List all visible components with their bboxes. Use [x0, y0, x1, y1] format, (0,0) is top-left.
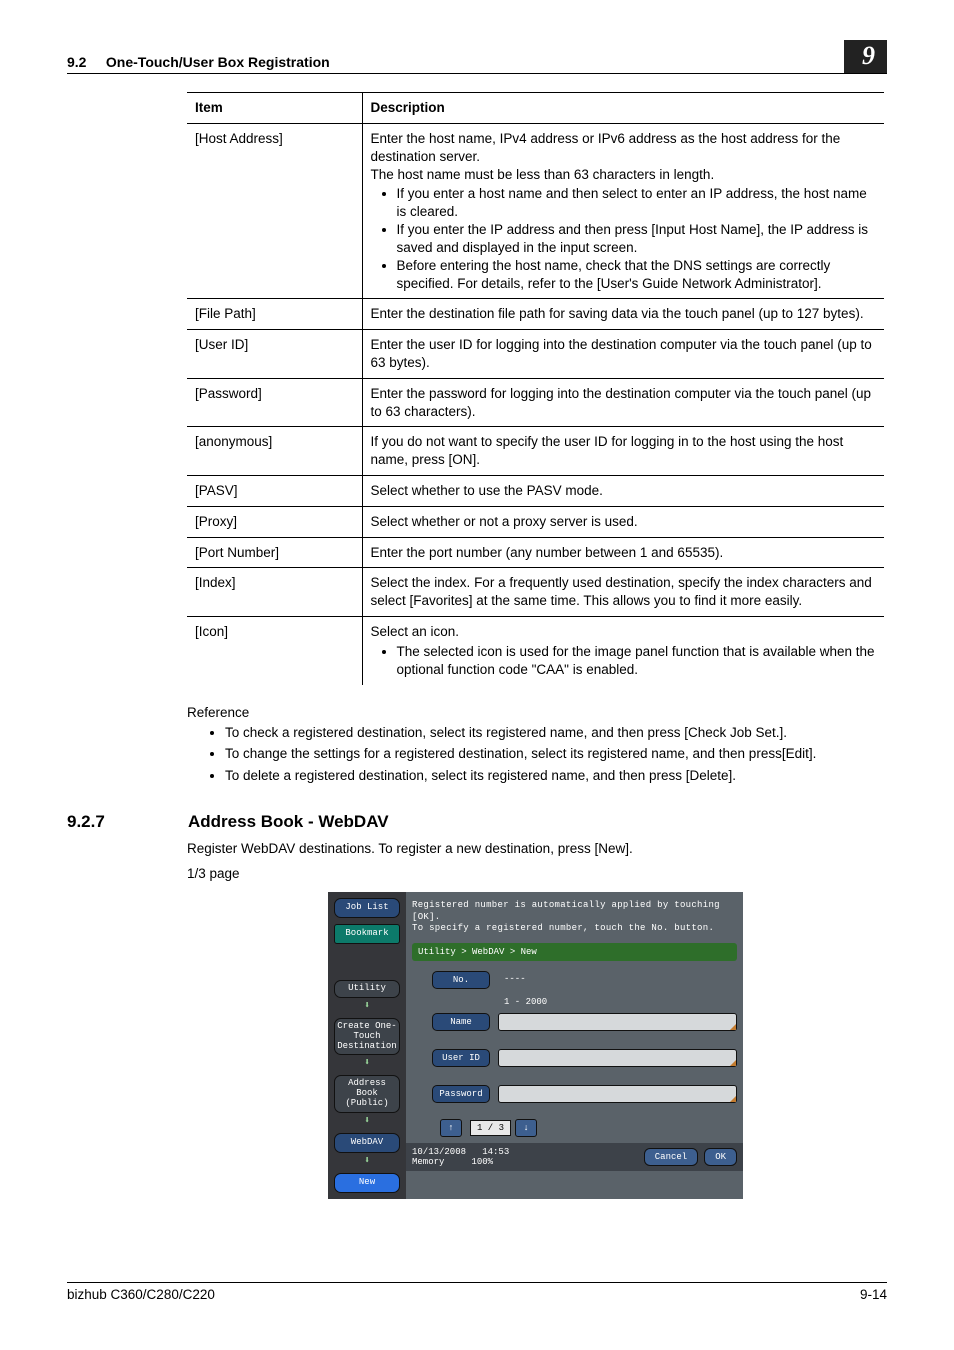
bookmark-button[interactable]: Bookmark	[334, 924, 400, 944]
section-para: Register WebDAV destinations. To registe…	[187, 840, 884, 859]
cancel-button[interactable]: Cancel	[644, 1148, 698, 1166]
footer-page: 9-14	[860, 1287, 887, 1302]
ok-button[interactable]: OK	[704, 1148, 737, 1166]
password-field[interactable]	[498, 1085, 737, 1103]
name-field[interactable]	[498, 1013, 737, 1031]
no-value: ----	[498, 971, 578, 989]
chevron-down-icon: ⬇	[328, 1057, 406, 1069]
no-range: 1 - 2000	[432, 997, 737, 1013]
page-down-button[interactable]: ↓	[515, 1119, 537, 1137]
arrow-down-icon: ↓	[523, 1123, 528, 1133]
new-button[interactable]: New	[334, 1173, 400, 1193]
header-section-title: One-Touch/User Box Registration	[106, 54, 330, 70]
chevron-down-icon: ⬇	[328, 1000, 406, 1012]
footer-model: bizhub C360/C280/C220	[67, 1287, 215, 1302]
table-head-desc: Description	[362, 93, 884, 124]
chevron-down-icon: ⬇	[328, 1155, 406, 1167]
table-row: [anonymous]If you do not want to specify…	[187, 427, 884, 476]
chevron-down-icon: ⬇	[328, 1115, 406, 1127]
table-row: [Host Address] Enter the host name, IPv4…	[187, 124, 884, 299]
table-head-item: Item	[187, 93, 362, 124]
no-button[interactable]: No.	[432, 971, 490, 989]
page-footer: bizhub C360/C280/C220 9-14	[67, 1282, 887, 1302]
table-row: [User ID]Enter the user ID for logging i…	[187, 330, 884, 379]
page-indicator: 1 / 3	[470, 1120, 511, 1136]
userid-label: User ID	[432, 1049, 490, 1067]
list-item: To delete a registered destination, sele…	[225, 765, 884, 787]
table-row: [Password]Enter the password for logging…	[187, 378, 884, 427]
table-row: [File Path]Enter the destination file pa…	[187, 299, 884, 330]
touch-panel-screenshot: Job List Bookmark Utility ⬇ Create One-T…	[328, 892, 743, 1199]
list-item: To change the settings for a registered …	[225, 743, 884, 765]
section-number: 9.2.7	[67, 812, 188, 832]
settings-table: Item Description [Host Address] Enter th…	[187, 92, 884, 684]
userid-field[interactable]	[498, 1049, 737, 1067]
sidebar-item[interactable]: Create One-Touch Destination	[334, 1018, 400, 1056]
table-row: [PASV]Select whether to use the PASV mod…	[187, 476, 884, 507]
header-section-num: 9.2	[67, 54, 86, 70]
reference-title: Reference	[187, 705, 884, 720]
page-header: 9.2 One-Touch/User Box Registration 9	[67, 40, 887, 74]
breadcrumb: Utility > WebDAV > New	[412, 943, 737, 961]
chapter-badge: 9	[844, 40, 887, 73]
table-row: [Proxy]Select whether or not a proxy ser…	[187, 506, 884, 537]
page-note: 1/3 page	[187, 865, 884, 884]
list-item: To check a registered destination, selec…	[225, 722, 884, 744]
name-label: Name	[432, 1013, 490, 1031]
page-up-button[interactable]: ↑	[440, 1119, 462, 1137]
table-row: [Icon] Select an icon. The selected icon…	[187, 617, 884, 685]
footer-date: 10/13/2008 14:53 Memory 100%	[412, 1147, 509, 1167]
hint-text: Registered number is automatically appli…	[406, 892, 743, 943]
table-row: [Port Number]Enter the port number (any …	[187, 537, 884, 568]
joblist-button[interactable]: Job List	[334, 898, 400, 918]
table-row: [Index]Select the index. For a frequentl…	[187, 568, 884, 617]
arrow-up-icon: ↑	[448, 1123, 453, 1133]
section-title: Address Book - WebDAV	[188, 812, 389, 832]
password-label: Password	[432, 1085, 490, 1103]
sidebar-item[interactable]: Address Book (Public)	[334, 1075, 400, 1113]
sidebar-item[interactable]: WebDAV	[334, 1133, 400, 1153]
reference-list: To check a registered destination, selec…	[187, 722, 884, 787]
sidebar-item[interactable]: Utility	[334, 980, 400, 998]
